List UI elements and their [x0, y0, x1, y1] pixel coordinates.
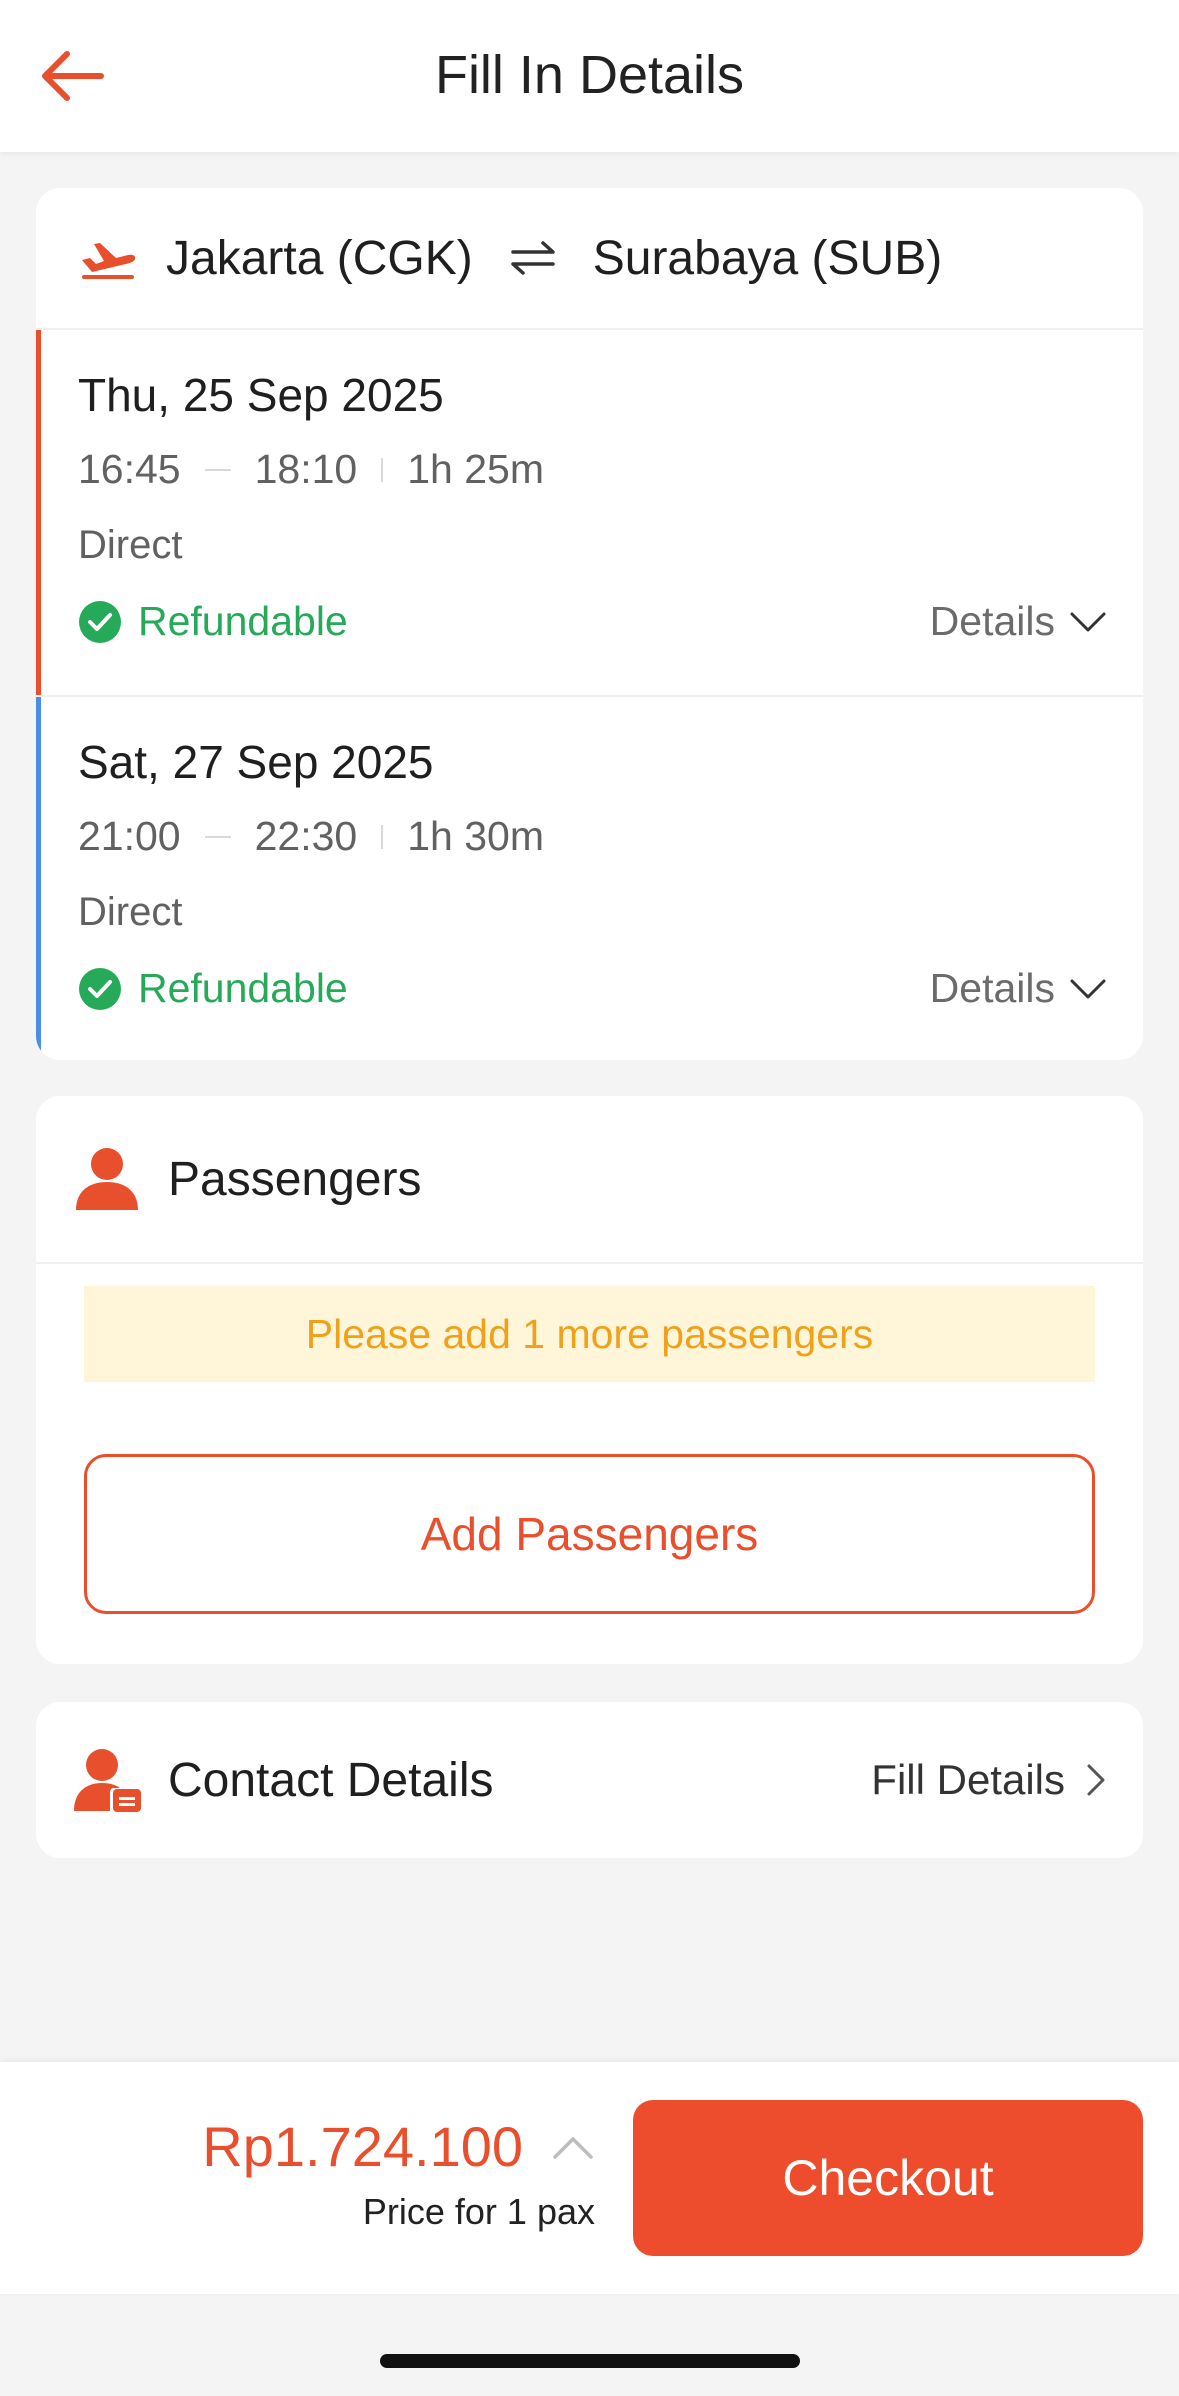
home-indicator[interactable] [380, 2354, 800, 2368]
leg-footer: Refundable Details [78, 965, 1143, 1012]
person-icon [76, 1148, 138, 1210]
refundable-badge: Refundable [78, 598, 348, 645]
total-price: Rp1.724.100 [202, 2115, 523, 2178]
refundable-label: Refundable [138, 965, 348, 1011]
swap-arrows-icon [510, 241, 555, 275]
outbound-indicator-bar [36, 330, 41, 695]
details-label: Details [929, 598, 1055, 644]
flight-summary-card: Jakarta (CGK) Surabaya (SUB) Thu, 25 Sep… [36, 188, 1143, 1060]
price-summary[interactable]: Rp1.724.100 Price for 1 pax [202, 2114, 595, 2233]
refundable-label: Refundable [138, 598, 348, 644]
flight-leg-return: Sat, 27 Sep 2025 21:00 22:30 1h 30m Dire… [36, 695, 1143, 1060]
chevron-down-icon [1070, 612, 1106, 631]
details-label: Details [929, 965, 1055, 1011]
arrive-time: 22:30 [254, 813, 358, 859]
depart-time: 21:00 [78, 813, 181, 859]
page-title: Fill In Details [434, 45, 745, 105]
leg-footer: Refundable Details [78, 598, 1143, 645]
checkout-button[interactable]: Checkout [633, 2100, 1143, 2256]
price-note: Price for 1 pax [362, 2191, 595, 2232]
check-circle-icon [79, 967, 121, 1010]
time-separator [381, 457, 384, 482]
return-indicator-bar [36, 697, 41, 1060]
duration: 1h 25m [407, 446, 544, 492]
chevron-right-icon [1087, 1764, 1105, 1796]
top-bar: Fill In Details [0, 0, 1179, 152]
details-toggle-outbound[interactable]: Details [930, 598, 1107, 645]
fill-details-label: Fill Details [871, 1756, 1065, 1803]
leg-date: Thu, 25 Sep 2025 [78, 369, 444, 421]
price-line: Rp1.724.100 [202, 2114, 595, 2179]
stops-label: Direct [78, 523, 183, 567]
leg-date: Sat, 27 Sep 2025 [78, 736, 434, 788]
time-dash [204, 468, 231, 471]
contact-title: Contact Details [168, 1753, 494, 1807]
check-circle-icon [79, 600, 121, 643]
leg-times: 21:00 22:30 1h 30m [78, 813, 1143, 860]
origin-city: Jakarta (CGK) [166, 231, 473, 285]
refundable-badge: Refundable [78, 965, 348, 1012]
contact-details-card[interactable]: Contact Details Fill Details [36, 1702, 1143, 1858]
contact-card-icon [74, 1749, 141, 1812]
duration: 1h 30m [407, 813, 544, 859]
details-toggle-return[interactable]: Details [930, 965, 1107, 1012]
stops-label: Direct [78, 890, 183, 934]
flight-leg-outbound: Thu, 25 Sep 2025 16:45 18:10 1h 25m Dire… [36, 330, 1143, 695]
time-separator [381, 824, 384, 849]
time-dash [204, 835, 231, 838]
arrive-time: 18:10 [254, 446, 358, 492]
passengers-title: Passengers [168, 1152, 422, 1206]
chevron-up-icon[interactable] [551, 2133, 595, 2161]
leg-times: 16:45 18:10 1h 25m [78, 446, 1143, 493]
destination-city: Surabaya (SUB) [592, 231, 943, 285]
depart-time: 16:45 [78, 446, 181, 492]
passengers-card: Passengers Please add 1 more passengers … [36, 1096, 1143, 1664]
checkout-bar: Rp1.724.100 Price for 1 pax Checkout [0, 2062, 1179, 2294]
route-header: Jakarta (CGK) Surabaya (SUB) [36, 188, 1143, 330]
fill-details-link[interactable]: Fill Details [871, 1702, 1107, 1858]
passenger-notice: Please add 1 more passengers [84, 1286, 1095, 1382]
add-passengers-button[interactable]: Add Passengers [84, 1454, 1095, 1614]
plane-takeoff-icon [82, 243, 136, 279]
chevron-down-icon [1070, 979, 1106, 998]
passengers-header: Passengers [36, 1096, 1143, 1264]
